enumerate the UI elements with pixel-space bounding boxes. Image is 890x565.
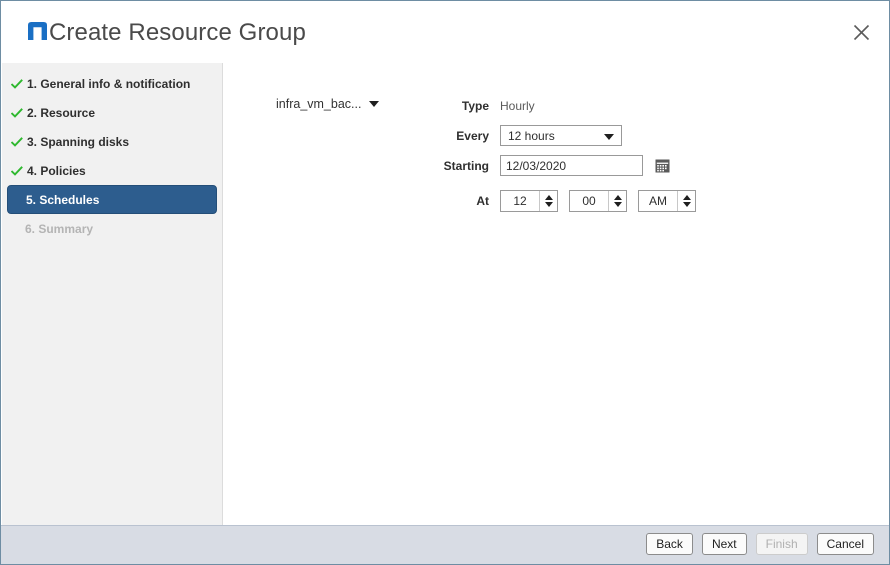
at-label: At	[476, 194, 489, 208]
sidebar-item-label: 1. General info & notification	[27, 76, 191, 91]
next-button[interactable]: Next	[701, 533, 747, 555]
every-select[interactable]: 12 hours	[500, 125, 622, 146]
chevron-down-icon	[369, 101, 380, 107]
footer-button-group: Back Next Finish Cancel	[646, 533, 874, 555]
hour-stepper[interactable]: 12	[500, 190, 558, 212]
sidebar-item-spanning-disks[interactable]: 3. Spanning disks	[7, 127, 217, 156]
spinner-down-icon[interactable]	[682, 202, 691, 207]
close-icon[interactable]	[847, 18, 875, 46]
sidebar-item-label: 5. Schedules	[26, 192, 100, 207]
check-icon	[11, 78, 25, 89]
sidebar-item-label: 4. Policies	[27, 163, 86, 178]
sidebar-item-summary: 6. Summary	[7, 214, 217, 243]
page-title: Create Resource Group	[49, 19, 306, 46]
every-row: Every 12 hours	[419, 125, 622, 146]
type-label: Type	[461, 99, 489, 113]
sidebar-item-label: 3. Spanning disks	[27, 134, 130, 149]
spinner-up-icon[interactable]	[544, 195, 553, 200]
create-resource-group-dialog: Create Resource Group 1. General info & …	[0, 0, 890, 565]
meridiem-stepper-arrows[interactable]	[677, 191, 695, 211]
spinner-up-icon[interactable]	[613, 195, 622, 200]
type-row: Type Hourly	[419, 99, 535, 113]
spinner-down-icon[interactable]	[613, 202, 622, 207]
spinner-up-icon[interactable]	[682, 195, 691, 200]
dialog-footer: Back Next Finish Cancel	[1, 525, 889, 564]
wizard-steps-sidebar: 1. General info & notification 2. Resour…	[2, 63, 223, 525]
type-value: Hourly	[500, 99, 535, 113]
calendar-icon[interactable]	[654, 158, 670, 174]
hour-stepper-arrows[interactable]	[539, 191, 557, 211]
starting-date-input[interactable]	[500, 155, 643, 176]
check-icon	[11, 107, 25, 118]
meridiem-value[interactable]: AM	[639, 191, 677, 211]
starting-row: Starting	[419, 155, 670, 176]
chevron-down-icon	[604, 134, 614, 140]
every-label: Every	[456, 128, 489, 143]
sidebar-item-label: 2. Resource	[27, 105, 96, 120]
check-icon	[11, 136, 25, 147]
sidebar-item-resource[interactable]: 2. Resource	[7, 98, 217, 127]
finish-button: Finish	[755, 533, 808, 555]
sidebar-item-schedules[interactable]: 5. Schedules	[7, 185, 217, 214]
sidebar-item-label: 6. Summary	[25, 221, 94, 236]
netapp-logo-icon	[28, 22, 47, 40]
sidebar-item-policies[interactable]: 4. Policies	[7, 156, 217, 185]
minute-stepper-arrows[interactable]	[608, 191, 626, 211]
meridiem-stepper[interactable]: AM	[638, 190, 696, 212]
hour-value[interactable]: 12	[501, 191, 539, 211]
sidebar-item-general-info[interactable]: 1. General info & notification	[7, 69, 217, 98]
minute-stepper[interactable]: 00	[569, 190, 627, 212]
check-icon	[11, 165, 25, 176]
minute-value[interactable]: 00	[570, 191, 608, 211]
every-select-value: 12 hours	[508, 128, 555, 143]
starting-label: Starting	[443, 158, 489, 173]
cancel-button[interactable]: Cancel	[816, 533, 874, 555]
schedules-panel: infra_vm_bac... Type Hourly Every 12 hou…	[224, 63, 889, 525]
back-button[interactable]: Back	[646, 533, 693, 555]
dialog-header: Create Resource Group	[1, 1, 889, 61]
at-row: At 12 00 AM	[419, 190, 707, 212]
resource-dropdown-value: infra_vm_bac...	[276, 97, 362, 111]
spinner-down-icon[interactable]	[544, 202, 553, 207]
resource-dropdown[interactable]: infra_vm_bac...	[276, 97, 380, 111]
